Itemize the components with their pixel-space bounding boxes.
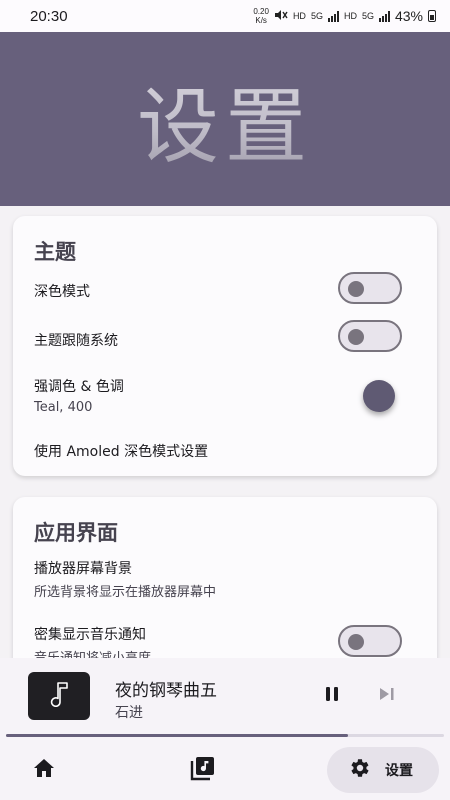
signal-icon (378, 10, 390, 22)
switch-thumb (348, 634, 364, 650)
nav-settings-button[interactable]: 设置 (327, 747, 439, 793)
status-icons: 0.20 K/s HD 5G HD 5G 43% (253, 7, 436, 25)
pause-icon (324, 686, 340, 706)
album-art[interactable] (28, 672, 90, 720)
music-note-icon (48, 681, 70, 711)
status-time: 20:30 (30, 7, 68, 25)
accent-color-row[interactable]: 强调色 & 色调 Teal, 400 (13, 370, 437, 426)
page-title: 设置 (137, 60, 313, 179)
dark-mode-switch[interactable] (338, 272, 402, 304)
network-type-1: 5G (310, 11, 323, 21)
nav-settings-label: 设置 (385, 763, 413, 779)
theme-card: 主题 深色模式 主题跟随系统 强调色 & 色调 Teal, 400 使用 Amo… (13, 216, 437, 476)
signal-icon (327, 10, 339, 22)
dark-mode-label: 深色模式 (34, 284, 90, 300)
battery-percent: 43% (394, 8, 423, 24)
page-header: 设置 (0, 32, 450, 206)
nav-library-button[interactable] (188, 755, 218, 785)
song-artist: 石进 (115, 705, 143, 721)
switch-thumb (348, 329, 364, 345)
hd-badge-1: HD (292, 11, 306, 21)
playback-progress-fill (6, 734, 348, 737)
dense-notification-switch[interactable] (338, 625, 402, 657)
accent-color-label: 强调色 & 色调 (34, 379, 124, 395)
nav-home-button[interactable] (30, 756, 58, 784)
network-speed-unit: K/s (255, 16, 267, 25)
mini-player[interactable]: 夜的钢琴曲五 石进 (0, 658, 450, 738)
network-speed: 0.20 K/s (253, 7, 269, 25)
dark-mode-row[interactable]: 深色模式 (13, 270, 437, 320)
player-background-label: 播放器屏幕背景 (34, 561, 132, 577)
mute-icon (274, 9, 288, 23)
hd-badge-2: HD (343, 11, 357, 21)
settings-gear-icon (347, 756, 371, 784)
player-background-sub: 所选背景将显示在播放器屏幕中 (34, 585, 217, 600)
app-ui-section-title: 应用界面 (34, 521, 118, 545)
switch-thumb (348, 281, 364, 297)
skip-next-button[interactable] (375, 684, 399, 708)
player-background-row[interactable]: 播放器屏幕背景 所选背景将显示在播放器屏幕中 (13, 553, 437, 603)
theme-section-title: 主题 (34, 240, 76, 264)
playback-progress[interactable] (6, 734, 444, 737)
home-icon (32, 757, 56, 783)
follow-system-row[interactable]: 主题跟随系统 (13, 320, 437, 370)
library-icon (190, 755, 216, 785)
follow-system-label: 主题跟随系统 (34, 333, 118, 349)
status-bar: 20:30 0.20 K/s HD 5G HD 5G 43% (0, 0, 450, 32)
amoled-row[interactable]: 使用 Amoled 深色模式设置 (13, 430, 437, 470)
song-title: 夜的钢琴曲五 (115, 681, 217, 701)
pause-button[interactable] (320, 684, 344, 708)
amoled-label: 使用 Amoled 深色模式设置 (34, 444, 209, 460)
battery-icon (428, 10, 436, 22)
bottom-navigation: 设置 (0, 738, 450, 800)
network-type-2: 5G (361, 11, 374, 21)
accent-color-value: Teal, 400 (34, 400, 93, 415)
accent-color-swatch[interactable] (363, 380, 395, 412)
dense-notification-label: 密集显示音乐通知 (34, 627, 146, 643)
follow-system-switch[interactable] (338, 320, 402, 352)
network-speed-value: 0.20 (253, 7, 269, 16)
skip-next-icon (379, 686, 395, 706)
